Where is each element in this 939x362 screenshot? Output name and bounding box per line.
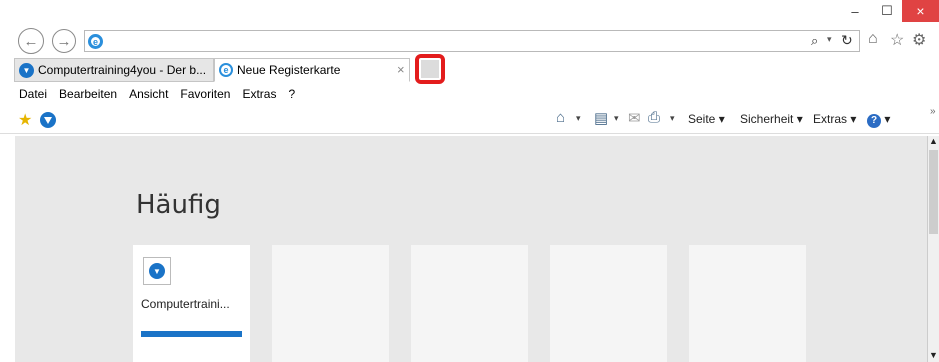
search-icon[interactable]: ⌕	[811, 33, 818, 49]
chevron-down-icon[interactable]: ▾	[670, 113, 675, 124]
chevron-down-icon: ▾	[796, 112, 803, 126]
new-tab-page: Häufig ▼ Computertraini...	[15, 136, 927, 362]
menu-help[interactable]: ?	[288, 87, 295, 101]
ie-icon: e	[219, 63, 233, 77]
more-commands-icon[interactable]: »	[930, 106, 936, 117]
refresh-icon[interactable]: ↻	[841, 32, 853, 49]
ie-icon: e	[88, 34, 103, 49]
site-logo-icon: ▼	[149, 263, 165, 279]
chevron-down-icon[interactable]: ▾	[576, 113, 581, 124]
home-icon[interactable]: ⌂	[556, 109, 565, 126]
help-menu-button[interactable]: ? ▾	[867, 112, 890, 128]
menu-favoriten[interactable]: Favoriten	[180, 87, 230, 101]
forward-button[interactable]: →	[52, 29, 76, 53]
site-logo-icon: ▼	[19, 62, 34, 78]
menu-bar: Datei Bearbeiten Ansicht Favoriten Extra…	[0, 84, 939, 104]
maximize-button[interactable]: ☐	[872, 0, 902, 22]
favorites-icon[interactable]: ☆	[890, 30, 904, 50]
menu-bearbeiten[interactable]: Bearbeiten	[59, 87, 117, 101]
tile-accent-bar	[141, 331, 242, 337]
tab-computertraining[interactable]: ▼ Computertraining4you - Der b...	[14, 58, 214, 82]
title-bar: – ☐ ×	[0, 0, 939, 28]
scroll-up-icon[interactable]: ▲	[929, 136, 938, 146]
address-bar[interactable]: e ⌕ ▾ ↻	[84, 30, 860, 52]
tab-label: Neue Registerkarte	[237, 63, 341, 77]
empty-tile[interactable]	[550, 245, 667, 362]
scroll-thumb[interactable]	[929, 150, 938, 234]
security-menu-button[interactable]: Sicherheit ▾	[740, 112, 803, 126]
empty-tile[interactable]	[272, 245, 389, 362]
empty-tile[interactable]	[411, 245, 528, 362]
frequent-site-tile[interactable]: ▼ Computertraini...	[133, 245, 250, 362]
command-bar: ★ ⌂ ▾ ▤ ▾ ✉ ⎙ ▾ Seite ▾ Sicherheit ▾ Ext…	[0, 104, 939, 134]
print-icon[interactable]: ⎙	[648, 109, 660, 126]
menu-extras[interactable]: Extras	[242, 87, 276, 101]
site-logo: ▼	[143, 257, 171, 285]
feeds-icon[interactable]: ▤	[594, 109, 608, 127]
tile-label: Computertraini...	[141, 297, 230, 311]
scroll-down-icon[interactable]: ▼	[929, 350, 938, 360]
minimize-button[interactable]: –	[838, 0, 872, 22]
tab-label: Computertraining4you - Der b...	[38, 63, 207, 77]
home-icon[interactable]: ⌂	[868, 30, 878, 48]
chevron-down-icon[interactable]: ▾	[827, 34, 832, 45]
chevron-down-icon[interactable]: ▾	[614, 113, 619, 124]
add-favorite-icon[interactable]: ★	[18, 110, 32, 130]
security-menu-label: Sicherheit	[740, 112, 794, 126]
tab-new-tab[interactable]: e Neue Registerkarte ×	[214, 58, 410, 82]
menu-datei[interactable]: Datei	[19, 87, 47, 101]
tab-close-icon[interactable]: ×	[397, 62, 405, 77]
close-window-button[interactable]: ×	[902, 0, 939, 22]
page-title: Häufig	[136, 190, 221, 220]
navigation-bar: ← → e ⌕ ▾ ↻ ⌂ ☆ ⚙	[0, 26, 939, 56]
empty-tile[interactable]	[689, 245, 806, 362]
tab-bar: ▼ Computertraining4you - Der b... e Neue…	[0, 54, 939, 84]
site-logo-icon[interactable]	[40, 112, 56, 128]
page-menu-button[interactable]: Seite ▾	[688, 112, 725, 126]
help-icon: ?	[867, 114, 881, 128]
menu-ansicht[interactable]: Ansicht	[129, 87, 168, 101]
new-tab-button[interactable]	[415, 54, 445, 84]
mail-icon[interactable]: ✉	[628, 109, 641, 127]
chevron-down-icon: ▾	[718, 112, 725, 126]
page-menu-label: Seite	[688, 112, 716, 126]
back-button[interactable]: ←	[18, 28, 44, 54]
tools-menu-button[interactable]: Extras ▾	[813, 112, 856, 126]
new-tab-icon	[421, 60, 439, 78]
chevron-down-icon: ▾	[850, 112, 857, 126]
tools-menu-label: Extras	[813, 112, 848, 126]
vertical-scrollbar[interactable]: ▲ ▼	[927, 136, 939, 362]
gear-icon[interactable]: ⚙	[912, 30, 926, 50]
chevron-down-icon: ▾	[884, 112, 891, 126]
